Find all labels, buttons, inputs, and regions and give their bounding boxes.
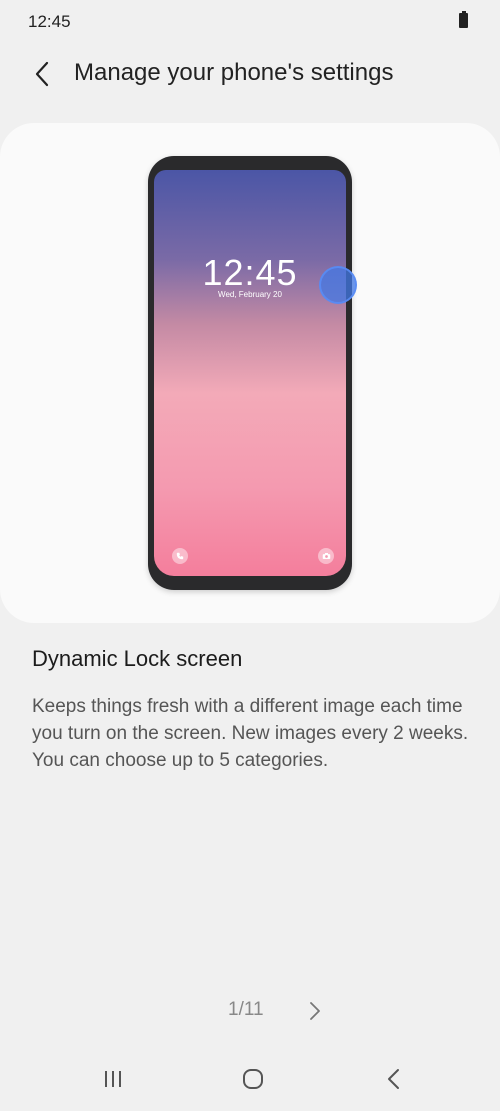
camera-icon	[318, 548, 334, 564]
pager: 1/11	[0, 996, 500, 1026]
navigation-bar	[0, 1050, 500, 1108]
lock-screen-date: Wed, February 20	[218, 290, 282, 299]
phone-mockup: 12:45 Wed, February 20	[148, 156, 352, 590]
status-bar: 12:45	[0, 0, 500, 44]
header: Manage your phone's settings	[0, 48, 500, 100]
recents-button[interactable]	[93, 1062, 133, 1096]
home-button[interactable]	[233, 1062, 273, 1096]
touch-indicator	[319, 266, 357, 304]
status-time: 12:45	[28, 12, 71, 31]
feature-title: Dynamic Lock screen	[32, 646, 243, 671]
phone-icon	[172, 548, 188, 564]
back-button[interactable]	[24, 56, 60, 92]
page-title: Manage your phone's settings	[74, 59, 394, 86]
battery-icon	[459, 11, 468, 28]
chevron-right-icon	[310, 1002, 320, 1020]
feature-description: Keeps things fresh with a different imag…	[32, 696, 469, 771]
chevron-left-icon	[35, 61, 49, 87]
back-icon	[388, 1069, 399, 1089]
next-button[interactable]	[302, 996, 328, 1026]
home-icon	[243, 1069, 263, 1089]
preview-card: 12:45 Wed, February 20	[0, 123, 500, 623]
recents-icon	[105, 1071, 121, 1087]
lock-screen-time: 12:45	[202, 252, 298, 293]
lock-screen-preview: 12:45 Wed, February 20	[154, 170, 346, 576]
page-indicator: 1/11	[228, 999, 264, 1020]
nav-back-button[interactable]	[373, 1062, 413, 1096]
